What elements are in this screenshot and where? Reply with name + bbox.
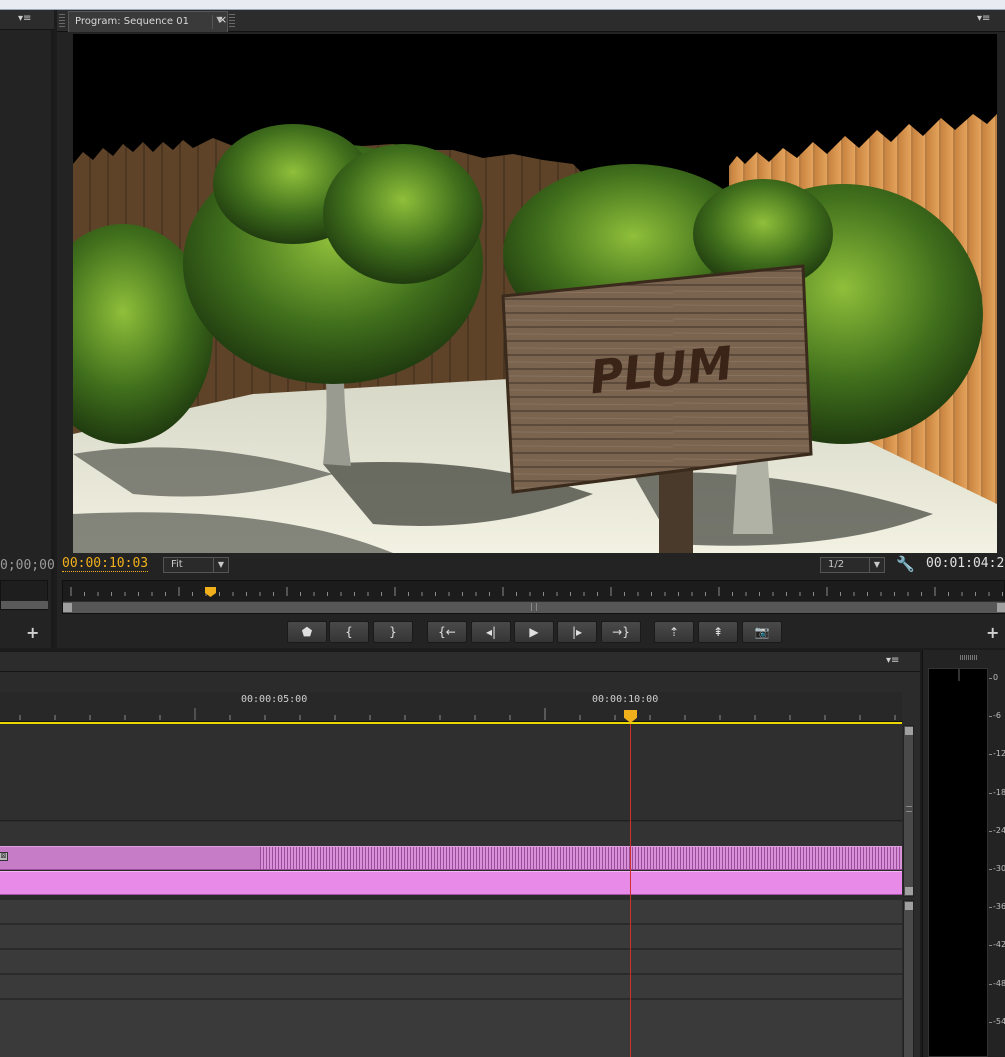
video-clip[interactable]: ⊠ bbox=[0, 846, 260, 870]
go-to-in-button[interactable]: {← bbox=[427, 621, 467, 643]
panel-grip-icon[interactable] bbox=[59, 14, 65, 28]
db-label: -36 bbox=[993, 902, 1005, 912]
video-tracks-scrollbar[interactable] bbox=[903, 725, 914, 897]
go-to-out-button[interactable]: →} bbox=[601, 621, 641, 643]
db-tick bbox=[989, 907, 992, 909]
audio-track[interactable] bbox=[0, 925, 902, 949]
panel-menu-icon[interactable]: ▾≡ bbox=[18, 13, 31, 24]
top-strip bbox=[0, 0, 1005, 10]
db-label: -18 bbox=[993, 787, 1005, 797]
audio-track[interactable] bbox=[0, 950, 902, 974]
zoom-level-value: Fit bbox=[171, 559, 183, 570]
source-monitor-panel: ▾≡ 0;00;00 + bbox=[0, 10, 55, 648]
db-label: -12 bbox=[993, 749, 1005, 759]
timeline-time-ruler[interactable]: 00:00:05:00 00:00:10:00 bbox=[0, 692, 902, 722]
timeline-header: ▾≡ bbox=[0, 652, 920, 672]
audio-meter-panel: 0 -6 -12 -18 -24 -30 -36 -42 -48 -54 bbox=[922, 650, 1005, 1057]
zoom-level-select[interactable]: Fit ▼ bbox=[163, 557, 229, 573]
db-label: -48 bbox=[993, 978, 1005, 988]
step-forward-button[interactable]: |▸ bbox=[557, 621, 597, 643]
audio-clip[interactable] bbox=[0, 871, 902, 895]
audio-tracks-scrollbar[interactable] bbox=[903, 900, 914, 1057]
db-label: -42 bbox=[993, 940, 1005, 950]
db-label: -54 bbox=[993, 1016, 1005, 1026]
program-video-frame[interactable]: PLUM bbox=[73, 34, 997, 553]
db-tick bbox=[989, 678, 992, 679]
source-zoom-bar[interactable] bbox=[1, 601, 48, 609]
fx-badge-icon: ⊠ bbox=[0, 852, 8, 861]
source-panel-header: ▾≡ bbox=[0, 10, 54, 30]
db-tick bbox=[989, 983, 992, 985]
play-button[interactable]: ▶ bbox=[514, 621, 554, 643]
db-label: -24 bbox=[993, 825, 1005, 835]
source-add-button[interactable]: + bbox=[26, 623, 39, 642]
current-timecode[interactable]: 00:00:10:03 bbox=[62, 556, 149, 572]
audio-track[interactable] bbox=[0, 1000, 902, 1057]
db-label: -30 bbox=[993, 864, 1005, 873]
lift-button[interactable]: ⇡ bbox=[654, 621, 694, 643]
scroll-handle-top[interactable] bbox=[905, 727, 913, 735]
db-label: 0 bbox=[993, 673, 999, 682]
db-tick bbox=[989, 792, 992, 794]
chevron-down-icon: ▼ bbox=[869, 558, 884, 572]
db-tick bbox=[989, 945, 992, 947]
zoom-handle-right[interactable] bbox=[997, 603, 1005, 612]
resolution-value: 1/2 bbox=[828, 559, 845, 570]
timeline-ruler-ticks bbox=[19, 708, 896, 720]
db-tick bbox=[989, 716, 992, 718]
db-tick bbox=[989, 830, 992, 832]
db-tick bbox=[989, 754, 992, 756]
program-panel-header: Program: Sequence 01 ▼ × ▾≡ bbox=[57, 10, 1005, 32]
zoom-grip[interactable] bbox=[531, 603, 537, 611]
panel-menu-icon[interactable]: ▾≡ bbox=[977, 13, 990, 24]
export-frame-button[interactable]: 📷 bbox=[742, 621, 782, 643]
timeline-panel: ▾≡ 00:00:05:00 00:00:10:00 ⊠ bbox=[0, 650, 920, 1057]
tab-program-sequence[interactable]: Program: Sequence 01 ▼ bbox=[68, 11, 228, 32]
scroll-handle-top[interactable] bbox=[905, 902, 913, 910]
audio-meter-well bbox=[928, 668, 988, 1057]
tab-grip-icon[interactable] bbox=[229, 14, 235, 28]
program-zoom-scrollbar[interactable] bbox=[63, 601, 1005, 613]
close-icon[interactable]: × bbox=[218, 13, 227, 26]
source-time-ruler[interactable] bbox=[0, 580, 48, 610]
zoom-handle-left[interactable] bbox=[63, 603, 72, 612]
ruler-label: 00:00:10:00 bbox=[592, 694, 659, 705]
playback-resolution-select[interactable]: 1/2 ▼ bbox=[820, 557, 885, 573]
db-tick bbox=[989, 1021, 992, 1023]
db-tick bbox=[989, 869, 992, 870]
program-monitor-panel: Program: Sequence 01 ▼ × ▾≡ PLUM 00:00:1… bbox=[57, 10, 1005, 648]
ruler-label: 00:00:05:00 bbox=[241, 694, 308, 705]
program-ruler-ticks bbox=[70, 587, 1003, 596]
video-track-v1[interactable] bbox=[0, 822, 902, 846]
panel-menu-icon[interactable]: ▾≡ bbox=[886, 655, 899, 666]
scroll-handle-bottom[interactable] bbox=[905, 887, 913, 895]
mark-in-button[interactable]: { bbox=[329, 621, 369, 643]
tab-program-label: Program: Sequence 01 bbox=[75, 16, 189, 27]
step-back-button[interactable]: ◂| bbox=[471, 621, 511, 643]
source-timecode[interactable]: 0;00;00 bbox=[0, 558, 55, 573]
video-frame-image: PLUM bbox=[73, 34, 997, 553]
audio-track[interactable] bbox=[0, 900, 902, 924]
scroll-grip[interactable] bbox=[906, 806, 912, 812]
wrench-icon[interactable]: 🔧 bbox=[896, 555, 915, 573]
extract-button[interactable]: ⇞ bbox=[698, 621, 738, 643]
db-label: -6 bbox=[993, 711, 1001, 721]
chevron-down-icon: ▼ bbox=[213, 558, 228, 572]
work-area-bar[interactable] bbox=[0, 722, 902, 724]
panel-grip-icon[interactable] bbox=[960, 655, 978, 660]
add-marker-button[interactable]: ⬟ bbox=[287, 621, 327, 643]
program-time-ruler[interactable] bbox=[62, 580, 1005, 614]
duration-timecode: 00:01:04:22 bbox=[926, 556, 1005, 571]
video-tracks-area[interactable] bbox=[0, 725, 902, 821]
button-editor-add[interactable]: + bbox=[986, 623, 999, 642]
playhead-line bbox=[630, 724, 631, 1057]
mark-out-button[interactable]: } bbox=[373, 621, 413, 643]
video-clip-zoomed[interactable] bbox=[260, 846, 902, 870]
audio-track[interactable] bbox=[0, 975, 902, 999]
meter-channel-divider bbox=[958, 669, 960, 681]
